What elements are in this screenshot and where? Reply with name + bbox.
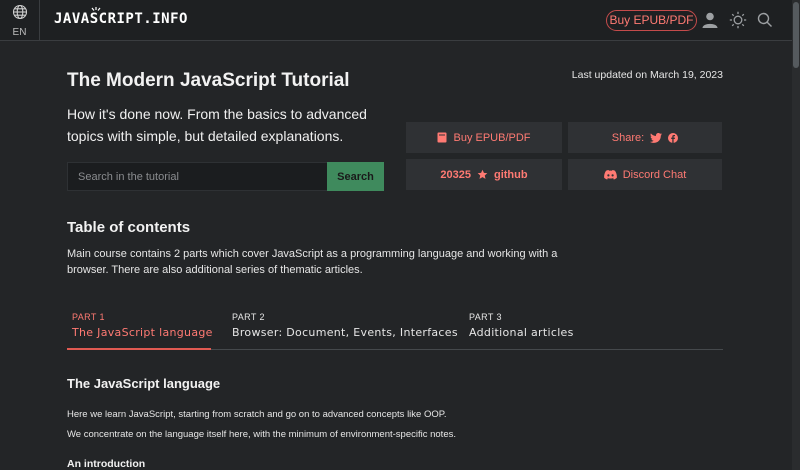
last-updated-text: Last updated on March 19, 2023	[571, 69, 723, 81]
user-icon[interactable]	[701, 11, 719, 29]
page-scrollbar[interactable]	[792, 0, 800, 470]
star-icon	[477, 169, 488, 179]
toc-title: Table of contents	[67, 219, 191, 236]
top-navigation-bar: EN JAVASCRIPT.INFO Buy EPUB/PDF	[0, 0, 800, 41]
share-label: Share:	[611, 131, 645, 144]
twitter-icon[interactable]	[650, 132, 663, 143]
tab-part-1[interactable]: PART 1 The JavaScript language	[72, 312, 213, 339]
github-stars-card[interactable]: 20325 github	[406, 159, 562, 190]
buy-epub-pdf-label: Buy EPUB/PDF	[453, 131, 531, 144]
share-card: Share:	[568, 122, 722, 153]
github-label: github	[493, 168, 528, 181]
discord-chat-label: Discord Chat	[622, 168, 687, 181]
tab-part-2[interactable]: PART 2 Browser: Document, Events, Interf…	[232, 312, 458, 339]
tutorial-search-input[interactable]	[67, 162, 327, 191]
page-subtitle: How it's done now. From the basics to ad…	[67, 106, 367, 144]
tab-label: Browser: Document, Events, Interfaces	[232, 326, 458, 339]
facebook-icon[interactable]	[668, 132, 679, 143]
section-title: The JavaScript language	[67, 376, 221, 391]
active-tab-indicator	[67, 348, 211, 350]
discord-icon	[603, 169, 617, 179]
language-code: EN	[12, 26, 27, 38]
tab-kicker: PART 2	[232, 312, 265, 322]
tab-kicker: PART 1	[72, 312, 105, 322]
globe-icon	[12, 4, 28, 25]
tab-label: The JavaScript language	[72, 326, 213, 339]
search-icon[interactable]	[756, 11, 774, 29]
toc-description: Main course contains 2 parts which cover…	[67, 248, 558, 276]
section-paragraph-1: Here we learn JavaScript, starting from …	[67, 409, 447, 420]
github-star-count: 20325	[440, 168, 471, 181]
page-title: The Modern JavaScript Tutorial	[67, 70, 350, 91]
search-button[interactable]: Search	[327, 162, 384, 191]
buy-epub-pdf-card[interactable]: Buy EPUB/PDF	[406, 122, 562, 153]
header-buy-epub-button[interactable]: Buy EPUB/PDF	[606, 10, 697, 31]
language-switcher[interactable]: EN	[0, 0, 40, 41]
sun-icon[interactable]	[729, 11, 747, 29]
book-icon	[437, 132, 447, 143]
discord-chat-card[interactable]: Discord Chat	[568, 159, 722, 190]
logo-spark-icon	[91, 7, 101, 11]
tab-part-3[interactable]: PART 3 Additional articles	[469, 312, 574, 339]
site-logo[interactable]: JAVASCRIPT.INFO	[54, 11, 188, 27]
scrollbar-thumb[interactable]	[793, 2, 799, 68]
chapter-heading-introduction[interactable]: An introduction	[67, 458, 145, 470]
tab-kicker: PART 3	[469, 312, 502, 322]
tab-label: Additional articles	[469, 326, 574, 339]
section-paragraph-2: We concentrate on the language itself he…	[67, 429, 456, 440]
